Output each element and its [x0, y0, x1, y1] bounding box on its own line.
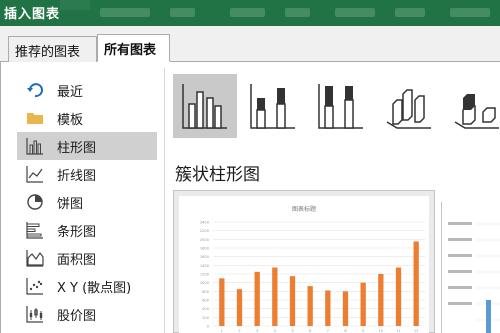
x-tick-label: 10 [379, 329, 384, 333]
y-tick-label: 2200 [200, 229, 210, 233]
sidebar-item-label: X Y (散点图) [57, 280, 132, 296]
chart-preview-frame[interactable]: 图表标题 0 200 400 600 800 1000 1200 1400 1600 1800 200… [173, 190, 435, 333]
title-bar-blur [450, 8, 490, 17]
chart-preview-secondary[interactable] [441, 202, 500, 333]
recent-icon [25, 80, 45, 100]
bar [325, 290, 331, 326]
y-tick-label: 1200 [200, 273, 210, 277]
y-tick-label: 1000 [200, 281, 210, 285]
sidebar-item-templates[interactable]: 模板 [17, 104, 157, 132]
sidebar-item-label: 饼图 [57, 196, 84, 212]
line-chart-icon [25, 164, 45, 184]
stock-chart-icon [25, 304, 45, 324]
sidebar-item-stock-chart[interactable]: 股价图 [17, 300, 157, 328]
bar [360, 282, 366, 326]
bar [342, 291, 349, 326]
y-tick-label: 400 [202, 307, 210, 311]
bar [395, 267, 402, 326]
y-tick-label: 2400 [200, 221, 210, 225]
sidebar-item-label: 条形图 [57, 224, 97, 240]
x-tick-label: 4 [274, 329, 277, 333]
chart-title: 图表标题 [292, 205, 316, 213]
sidebar-item-pie-chart[interactable]: 饼图 [17, 188, 157, 216]
y-tick-label: 1800 [200, 247, 210, 251]
dialog-title: 插入图表 [4, 7, 61, 22]
title-bar-blur [395, 8, 425, 17]
sidebar-item-label: 模板 [57, 112, 84, 128]
column-chart-preview: 图表标题 0 200 400 600 800 1000 1200 1400 1600 1800 200… [200, 205, 425, 333]
subtype-3d-clustered-column[interactable] [377, 74, 441, 138]
x-tick-label: 12 [414, 329, 419, 333]
dialog-title-bar: 插入图表 [0, 0, 500, 26]
panel-divider [164, 68, 165, 333]
secondary-chart-preview [448, 222, 500, 333]
sidebar-item-label: 折线图 [57, 168, 97, 184]
x-tick-label: 3 [256, 329, 258, 333]
y-tick-label: 1600 [200, 255, 210, 259]
bar [254, 271, 260, 326]
secondary-preview-bar [486, 300, 491, 333]
dialog-body: 最近 模板 柱形图 折线图 饼图 条形图 面积图 X Y (散点图) 股价图 簇… [0, 62, 500, 333]
bar [272, 267, 278, 326]
x-tick-label: 1 [221, 329, 223, 333]
title-bar-blur [170, 8, 195, 17]
title-bar-blur [60, 0, 90, 10]
y-tick-label: 0 [207, 325, 210, 329]
subtype-clustered-column[interactable] [173, 74, 237, 138]
subtype-stacked-column[interactable] [241, 74, 305, 138]
sidebar-item-label: 最近 [57, 84, 84, 100]
3d-clustered-column-icon [386, 89, 431, 129]
chart-category-list: 最近 模板 柱形图 折线图 饼图 条形图 面积图 X Y (散点图) 股价图 [17, 76, 157, 328]
3d-stacked-column-icon [454, 94, 499, 129]
title-bar-blur [335, 8, 375, 17]
y-tick-label: 200 [202, 316, 210, 320]
folder-icon [25, 108, 45, 128]
sidebar-item-bar-chart[interactable]: 条形图 [17, 216, 157, 244]
x-tick-label: 9 [362, 329, 365, 333]
bar [307, 286, 313, 326]
column-chart-icon [25, 136, 45, 156]
title-bar-blur [100, 8, 150, 17]
percent-stacked-column-icon [318, 84, 363, 129]
x-tick-label: 6 [309, 329, 312, 333]
x-tick-label: 8 [344, 329, 347, 333]
chart-preview: 图表标题 0 200 400 600 800 1000 1200 1400 1600 1800 200… [179, 196, 429, 333]
x-tick-label: 2 [238, 329, 240, 333]
chart-subtype-gallery [173, 74, 500, 138]
subtype-3d-stacked-column[interactable] [445, 74, 500, 138]
clustered-column-icon [182, 84, 227, 129]
pie-chart-icon [25, 192, 45, 212]
tab-strip: 推荐的图表 所有图表 [0, 26, 500, 62]
bar [219, 278, 225, 326]
sidebar-item-area-chart[interactable]: 面积图 [17, 244, 157, 272]
y-tick-label: 800 [202, 290, 210, 294]
y-tick-label: 2000 [200, 238, 210, 242]
bar [378, 274, 384, 326]
sidebar-item-label: 柱形图 [57, 140, 97, 156]
sidebar-item-recent[interactable]: 最近 [17, 76, 157, 104]
scatter-chart-icon [25, 276, 45, 296]
title-bar-blur [230, 8, 265, 17]
chart-subtype-title: 簇状柱形图 [175, 165, 260, 185]
sidebar-item-column-chart[interactable]: 柱形图 [17, 132, 157, 160]
subtype-percent-stacked-column[interactable] [309, 74, 373, 138]
sidebar-item-label: 股价图 [57, 308, 97, 324]
sidebar-item-line-chart[interactable]: 折线图 [17, 160, 157, 188]
sidebar-item-label: 面积图 [57, 252, 97, 268]
x-tick-label: 7 [327, 329, 329, 333]
bar-chart-icon [25, 220, 45, 240]
sidebar-item-scatter-chart[interactable]: X Y (散点图) [17, 272, 157, 300]
bar [413, 241, 419, 326]
y-tick-label: 1400 [200, 264, 210, 268]
tab-recommended-charts[interactable]: 推荐的图表 [8, 36, 97, 62]
x-tick-label: 5 [291, 329, 293, 333]
bar [289, 276, 296, 326]
y-tick-label: 600 [202, 299, 210, 303]
area-chart-icon [25, 248, 45, 268]
x-tick-label: 11 [396, 329, 401, 333]
tab-all-charts[interactable]: 所有图表 [97, 34, 170, 62]
stacked-column-icon [250, 84, 295, 129]
title-bar-blur [285, 8, 310, 17]
bar [236, 289, 243, 326]
